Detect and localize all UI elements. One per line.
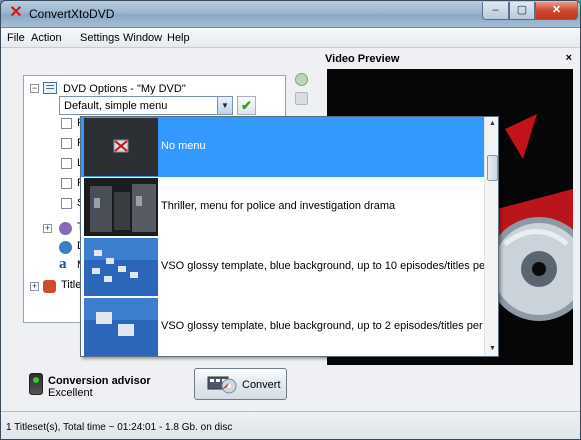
advisor-title: Conversion advisor — [48, 375, 151, 387]
app-window: ✕ ConvertXtoDVD – ▢ ✕ File Action Settin… — [0, 0, 581, 440]
tree-label-titles: Title — [61, 279, 82, 291]
option-checkbox[interactable] — [61, 138, 72, 149]
convert-film-icon — [207, 376, 237, 394]
scroll-up-icon[interactable]: ▲ — [485, 117, 498, 131]
video-preview-title: Video Preview — [325, 53, 400, 65]
option-checkbox[interactable] — [61, 178, 72, 189]
no-menu-thumbnail — [84, 118, 158, 176]
menu-template-value: Default, simple menu — [64, 100, 168, 112]
menu-window[interactable]: Window — [123, 32, 162, 44]
menu-settings[interactable]: Settings — [80, 32, 120, 44]
dropdown-item-no-menu[interactable]: No menu — [81, 117, 484, 177]
tree-label-dvd-options: DVD Options - "My DVD" — [63, 83, 186, 95]
advisor-traffic-light-icon — [29, 373, 43, 395]
menu-bar: File Action Settings Window Help — [1, 28, 580, 48]
dvd-options-icon — [43, 82, 57, 94]
dropdown-item-label: No menu — [161, 140, 206, 152]
advisor-status: Excellent — [48, 387, 93, 399]
option-checkbox-checked[interactable] — [61, 198, 72, 209]
vso-blue-10-thumbnail — [84, 238, 158, 296]
status-text: 1 Titleset(s), Total time ~ 01:24:01 - 1… — [6, 422, 233, 433]
app-logo-icon: ✕ — [9, 4, 23, 21]
window-title: ConvertXtoDVD — [29, 7, 115, 21]
close-icon[interactable]: × — [566, 52, 572, 64]
thriller-thumbnail — [84, 178, 158, 236]
scroll-thumb[interactable] — [487, 155, 498, 181]
minimize-button[interactable]: – — [482, 2, 509, 20]
edit-icon[interactable] — [295, 92, 308, 105]
dropdown-item-label: VSO glossy template, blue background, up… — [161, 320, 499, 332]
scroll-down-icon[interactable]: ▼ — [485, 342, 498, 356]
expand-icon[interactable]: + — [43, 224, 52, 233]
dropdown-item-vso-10[interactable]: VSO glossy template, blue background, up… — [81, 237, 498, 297]
add-icon[interactable] — [295, 73, 308, 86]
option-checkbox[interactable] — [61, 118, 72, 129]
menu-help[interactable]: Help — [167, 32, 190, 44]
chevron-down-icon[interactable]: ▼ — [217, 97, 232, 114]
dropdown-item-vso-2[interactable]: VSO glossy template, blue background, up… — [81, 297, 498, 356]
menu-file[interactable]: File — [7, 32, 25, 44]
dropdown-scrollbar[interactable]: ▲ ▼ — [484, 117, 498, 356]
menu-template-select[interactable]: Default, simple menu ▼ — [59, 96, 233, 115]
disc-icon — [59, 241, 72, 254]
menu-action[interactable]: Action — [31, 32, 62, 44]
video-preview-header: Video Preview × — [319, 50, 575, 68]
audio-icon: a — [59, 256, 67, 272]
maximize-button[interactable]: ▢ — [509, 2, 535, 20]
option-checkbox[interactable] — [61, 158, 72, 169]
dropdown-item-label: Thriller, menu for police and investigat… — [161, 200, 396, 212]
convert-button[interactable]: Convert — [194, 368, 287, 400]
convert-label: Convert — [242, 379, 281, 391]
expand-icon[interactable]: + — [30, 282, 39, 291]
apply-check-button[interactable]: ✔ — [237, 96, 256, 115]
dropdown-item-thriller[interactable]: Thriller, menu for police and investigat… — [81, 177, 484, 237]
status-bar: 1 Titleset(s), Total time ~ 01:24:01 - 1… — [1, 411, 580, 439]
menu-template-dropdown[interactable]: No menu Thriller, menu for police and in… — [80, 116, 499, 357]
vso-blue-2-thumbnail — [84, 298, 158, 356]
collapse-icon[interactable]: − — [30, 84, 39, 93]
titles-icon — [43, 280, 56, 293]
dropdown-item-label: VSO glossy template, blue background, up… — [161, 260, 499, 272]
title-bar[interactable]: ✕ ConvertXtoDVD – ▢ ✕ — [1, 1, 580, 28]
close-button[interactable]: ✕ — [535, 2, 578, 20]
titleset-icon — [59, 222, 72, 235]
